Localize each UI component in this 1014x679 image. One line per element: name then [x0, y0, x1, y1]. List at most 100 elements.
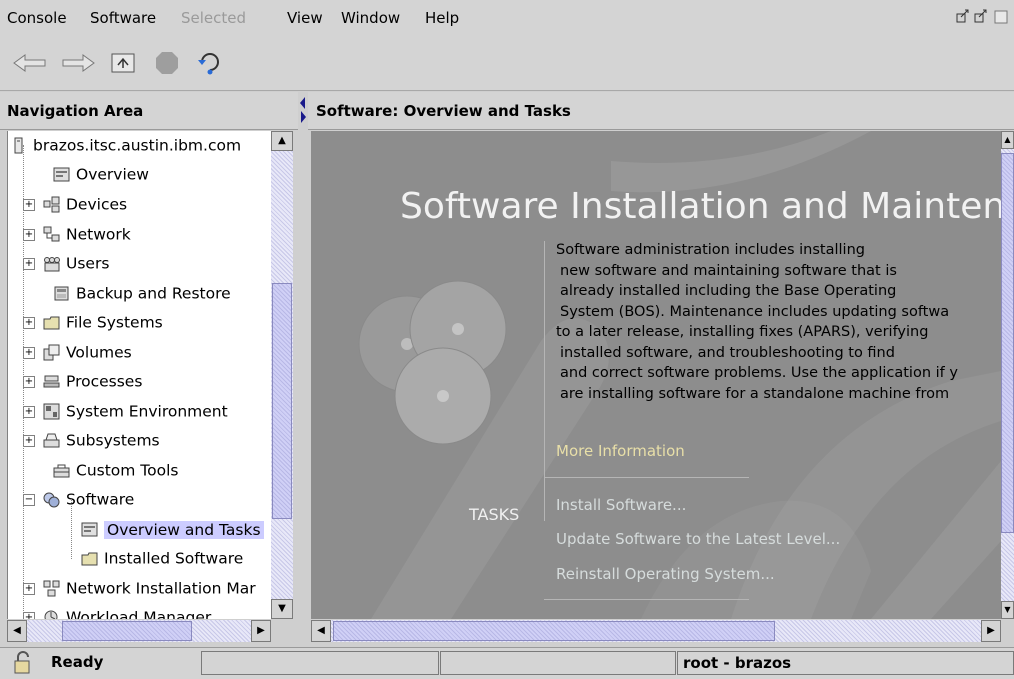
network-install-icon [43, 580, 60, 597]
tree-guide-line [23, 145, 24, 615]
tree-item-backup-restore[interactable]: Backup and Restore [53, 279, 231, 307]
server-icon [14, 137, 23, 154]
tree-item-software[interactable]: − Software [23, 485, 134, 513]
scroll-right-icon[interactable]: ▶ [981, 620, 1001, 642]
page-title: Software Installation and Maintenan [400, 186, 1001, 227]
network-icon [43, 226, 60, 242]
expand-icon[interactable]: + [23, 347, 35, 359]
tree-item-overview[interactable]: Overview [53, 160, 149, 188]
up-level-icon[interactable] [110, 51, 136, 75]
tree-guide-line [71, 499, 72, 559]
expand-icon[interactable]: + [23, 376, 35, 388]
expand-icon[interactable]: + [23, 583, 35, 595]
expand-icon[interactable]: + [23, 406, 35, 418]
folder-icon [43, 316, 60, 330]
expand-icon[interactable]: + [23, 317, 35, 329]
expand-icon[interactable]: + [23, 612, 35, 619]
tree-item-installed-software[interactable]: Installed Software [81, 544, 243, 572]
forward-arrow-icon[interactable] [60, 52, 96, 74]
content-header: Software: Overview and Tasks [308, 92, 1014, 130]
refresh-icon[interactable] [196, 50, 224, 76]
tree-item-devices[interactable]: + Devices [23, 190, 127, 218]
scroll-up-icon[interactable]: ▲ [1001, 131, 1014, 149]
menu-bar: Console Software Selected View Window He… [0, 0, 1014, 38]
scrollbar-thumb[interactable] [333, 621, 775, 641]
tree-item-users[interactable]: + Users [23, 249, 109, 277]
status-user: root - brazos [677, 651, 1014, 675]
scroll-right-icon[interactable]: ▶ [251, 620, 271, 642]
tree-item-host[interactable]: brazos.itsc.austin.ibm.com [10, 131, 241, 159]
tree-horizontal-scrollbar[interactable]: ◀ ▶ [7, 620, 271, 642]
content-horizontal-scrollbar[interactable]: ◀ ▶ [311, 620, 1001, 642]
tree-item-network[interactable]: + Network [23, 220, 131, 248]
menu-window[interactable]: Window [341, 9, 400, 27]
menu-help[interactable]: Help [425, 9, 459, 27]
scrollbar-thumb[interactable] [272, 283, 292, 519]
subsystems-icon [43, 433, 60, 448]
window-controls-icon[interactable] [955, 8, 1011, 26]
tree-vertical-scrollbar[interactable]: ▲ ▼ [271, 131, 293, 619]
menu-software[interactable]: Software [90, 9, 156, 27]
status-text: Ready [46, 651, 200, 675]
toolbox-icon [53, 464, 70, 478]
scrollbar-thumb[interactable] [1001, 153, 1014, 533]
menu-view[interactable]: View [287, 9, 323, 27]
tree-item-workload-manager[interactable]: + Workload Manager [23, 603, 211, 619]
tree-item-overview-and-tasks[interactable]: Overview and Tasks [81, 515, 264, 543]
tasks-label: TASKS [469, 505, 520, 524]
expand-icon[interactable]: + [23, 435, 35, 447]
expand-icon[interactable]: + [23, 258, 35, 270]
reinstall-os-link[interactable]: Reinstall Operating System... [556, 565, 775, 583]
content-title: Software: Overview and Tasks [316, 102, 571, 120]
toolbar [0, 38, 1014, 91]
status-field [440, 651, 676, 675]
scroll-down-icon[interactable]: ▼ [1001, 601, 1014, 619]
folder-icon [81, 552, 98, 566]
tree-item-subsystems[interactable]: + Subsystems [23, 426, 160, 454]
content-vertical-scrollbar[interactable]: ▲ ▼ [1001, 131, 1014, 619]
description: Software administration includes install… [556, 242, 958, 402]
navigation-tree: brazos.itsc.austin.ibm.com Overview + De… [7, 131, 271, 619]
overview-icon [53, 167, 70, 182]
tree-item-network-installation[interactable]: + Network Installation Mar [23, 574, 256, 602]
software-icon [43, 492, 60, 508]
lock-icon [14, 651, 30, 674]
horizontal-divider [544, 599, 749, 600]
collapse-icon[interactable]: − [23, 494, 35, 506]
install-software-link[interactable]: Install Software... [556, 496, 686, 514]
splitter-arrows-icon[interactable] [299, 95, 307, 125]
expand-icon[interactable]: + [23, 199, 35, 211]
workload-icon [44, 610, 58, 619]
overview-icon [81, 522, 98, 537]
tree-item-volumes[interactable]: + Volumes [23, 338, 132, 366]
stop-icon[interactable] [154, 50, 180, 76]
vertical-divider [544, 241, 545, 521]
software-discs-icon [358, 280, 507, 445]
users-icon [44, 257, 60, 272]
navigation-area-header: Navigation Area [0, 92, 298, 130]
status-field [201, 651, 439, 675]
scroll-left-icon[interactable]: ◀ [311, 620, 331, 642]
more-information-link[interactable]: More Information [556, 442, 685, 460]
processes-icon [43, 375, 60, 388]
software-overview-panel: Software Installation and Maintenan Soft… [311, 131, 1001, 619]
system-environment-icon [43, 403, 60, 420]
expand-icon[interactable]: + [23, 229, 35, 241]
tree-item-custom-tools[interactable]: Custom Tools [53, 456, 179, 484]
menu-selected[interactable]: Selected [181, 9, 246, 27]
scroll-left-icon[interactable]: ◀ [7, 620, 27, 642]
scroll-down-icon[interactable]: ▼ [271, 599, 293, 619]
navigation-area-title: Navigation Area [7, 102, 144, 120]
scrollbar-thumb[interactable] [62, 621, 192, 641]
update-software-link[interactable]: Update Software to the Latest Level... [556, 530, 840, 548]
pane-splitter[interactable] [298, 92, 308, 644]
volumes-icon [43, 344, 60, 361]
horizontal-divider [544, 477, 749, 478]
menu-console[interactable]: Console [7, 9, 67, 27]
devices-icon [43, 196, 60, 213]
back-arrow-icon[interactable] [12, 52, 48, 74]
tree-item-system-environment[interactable]: + System Environment [23, 397, 228, 425]
scroll-up-icon[interactable]: ▲ [271, 131, 293, 151]
tree-item-file-systems[interactable]: + File Systems [23, 308, 163, 336]
tree-item-processes[interactable]: + Processes [23, 367, 142, 395]
